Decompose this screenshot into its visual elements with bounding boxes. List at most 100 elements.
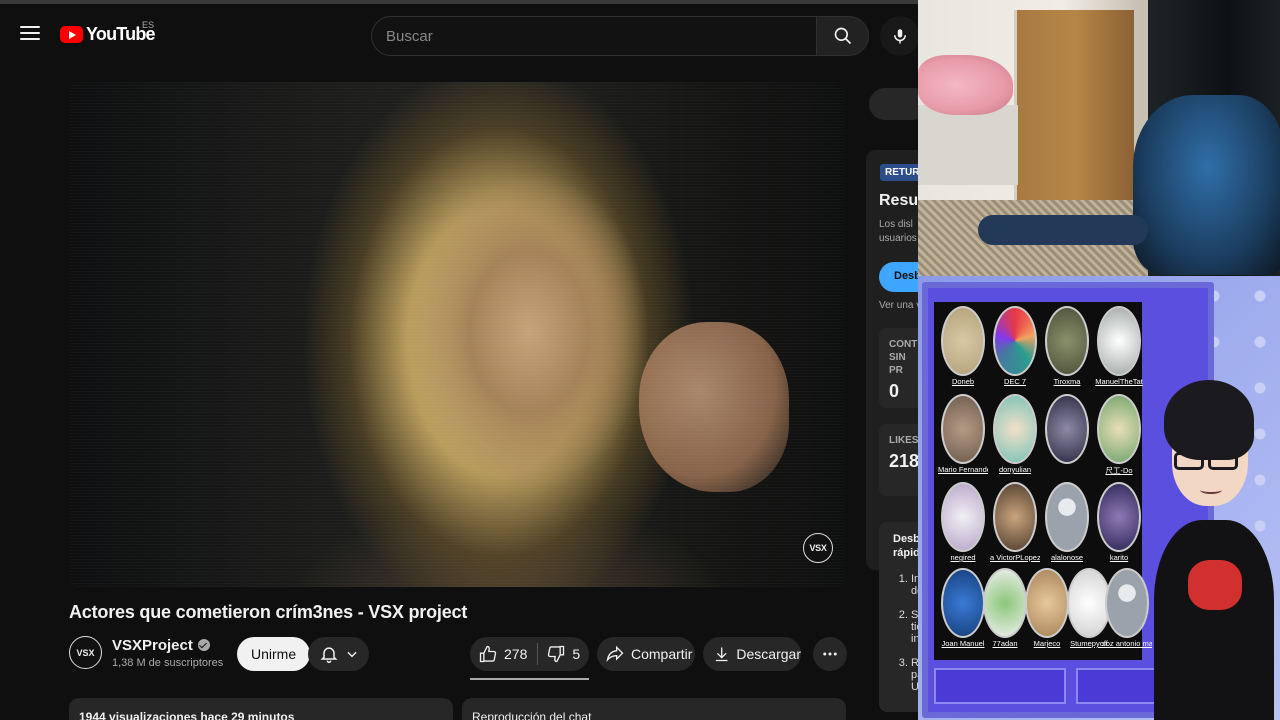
summary-list: In de Se tie in Re pa Ul xyxy=(893,573,925,694)
summary-item: Se tie in xyxy=(911,609,924,645)
member-name: negired xyxy=(950,553,976,562)
summary-item: Re pa Ul xyxy=(911,657,925,693)
video-title: Actores que cometieron crím3nes - VSX pr… xyxy=(69,602,468,622)
member-avatar xyxy=(1097,394,1141,464)
region-code: ES xyxy=(142,20,155,30)
like-divider xyxy=(537,643,539,665)
video-scanlines xyxy=(69,82,845,587)
character-body xyxy=(1154,520,1274,720)
member-avatar xyxy=(1045,394,1089,464)
notifications-button[interactable] xyxy=(308,637,369,671)
share-icon xyxy=(606,645,624,663)
member-card: soz antonio martin xyxy=(1102,568,1152,648)
like-count: 278 xyxy=(504,646,528,662)
member-avatar xyxy=(983,568,1027,638)
chat-replay-box[interactable]: Reproducción del chat xyxy=(462,698,846,720)
chat-replay-label: Reproducción del chat xyxy=(472,710,592,720)
member-avatar xyxy=(993,482,1037,552)
member-name: DEC 7 xyxy=(1003,377,1027,386)
character-shirt-graphic xyxy=(1188,560,1242,610)
search-input[interactable] xyxy=(371,16,817,56)
member-card: alalonose xyxy=(1042,482,1092,562)
more-actions-button[interactable] xyxy=(813,637,847,671)
member-name: Mario Fernande xyxy=(938,465,988,474)
like-progress-bar xyxy=(470,678,589,680)
subscriber-count: 1,38 M de suscriptores xyxy=(112,656,224,669)
member-card: karito xyxy=(1094,482,1144,562)
panel-link[interactable]: Ver una v xyxy=(879,300,921,311)
share-label: Compartir xyxy=(631,646,693,662)
channel-avatar[interactable]: VSX xyxy=(69,636,102,669)
member-name: a VictorPLopez xyxy=(990,553,1040,562)
member-name: Tiroxma xyxy=(1053,377,1081,386)
channel-name[interactable]: VSXProject xyxy=(112,637,223,654)
stat-content-value: 0 xyxy=(889,381,900,401)
member-name: alalonose xyxy=(1050,553,1084,562)
youtube-logo[interactable]: YouTube xyxy=(60,24,156,45)
member-name: soz antonio martin xyxy=(1102,639,1152,648)
dislike-count: 5 xyxy=(572,646,581,662)
download-button[interactable]: Descargar xyxy=(703,637,801,671)
download-label: Descargar xyxy=(736,646,801,662)
character-glasses xyxy=(1174,452,1246,472)
bell-icon xyxy=(320,647,337,664)
voice-search-button[interactable] xyxy=(880,16,920,56)
member-avatar xyxy=(941,568,985,638)
member-card: Tiroxma xyxy=(1042,306,1092,386)
stat-content-label: CONTI SIN PR xyxy=(889,339,921,376)
member-card: ManuelTheTat xyxy=(1094,306,1144,386)
thumbs-up-icon xyxy=(479,645,497,663)
member-name: 尺工-Do xyxy=(1105,466,1133,475)
masthead: YouTube ES xyxy=(0,0,920,64)
member-avatar xyxy=(1025,568,1069,638)
webcam-door xyxy=(1014,10,1134,200)
member-avatar xyxy=(993,306,1037,376)
member-card: DEC 7 xyxy=(990,306,1040,386)
member-name: Doneb xyxy=(951,377,975,386)
search-button[interactable] xyxy=(817,16,869,56)
verified-badge-icon xyxy=(197,639,210,651)
more-horizontal-icon xyxy=(823,652,837,656)
channel-watermark[interactable]: VSX xyxy=(803,533,833,563)
share-button[interactable]: Compartir xyxy=(597,637,695,671)
streamer-avatar-character xyxy=(1150,370,1280,720)
community-slot-left xyxy=(934,668,1066,704)
member-grid: Doneb DEC 7 Tiroxma ManuelTheTat Mario F… xyxy=(934,302,1152,660)
member-card: Mario Fernande xyxy=(938,394,988,474)
member-avatar xyxy=(941,394,985,464)
member-avatar xyxy=(941,306,985,376)
member-avatar xyxy=(1097,306,1141,376)
like-button[interactable]: 278 xyxy=(470,637,527,671)
search-bar xyxy=(371,16,869,56)
member-card: a VictorPLopez xyxy=(990,482,1040,562)
search-icon xyxy=(834,27,851,45)
like-dislike-group: 278 5 xyxy=(470,637,589,671)
video-player[interactable]: VSX xyxy=(69,82,845,587)
channel-name-text[interactable]: VSXProject xyxy=(112,637,193,654)
thumbs-down-icon xyxy=(548,645,565,663)
dislike-button[interactable]: 5 xyxy=(546,644,580,664)
webcam-cloth xyxy=(918,55,1013,115)
member-name: donyulian xyxy=(998,465,1032,474)
join-button[interactable]: Unirme xyxy=(237,637,311,671)
member-card: Doneb xyxy=(938,306,988,386)
member-card: negired xyxy=(938,482,988,562)
member-name: ManuelTheTat xyxy=(1095,377,1143,386)
member-card: 尺工-Do xyxy=(1094,394,1144,476)
view-count-and-date: 1944 visualizaciones hace 29 minutos xyxy=(79,710,295,720)
stat-likes-value: 218 xyxy=(889,451,920,471)
webcam-chair xyxy=(1133,95,1280,275)
webcam-overlay xyxy=(918,0,1280,276)
hamburger-menu-icon[interactable] xyxy=(18,22,42,46)
summary-title: Desbl rápido xyxy=(893,533,927,560)
video-owner: VSX VSXProject 1,38 M de suscriptores xyxy=(69,636,223,669)
member-card: donyulian xyxy=(990,394,1040,474)
member-avatar xyxy=(1045,306,1089,376)
description-box[interactable]: 1944 visualizaciones hace 29 minutos xyxy=(69,698,453,720)
microphone-icon xyxy=(894,29,906,44)
chevron-down-icon xyxy=(346,651,357,658)
webcam-armrest xyxy=(978,215,1148,245)
member-avatar xyxy=(941,482,985,552)
youtube-play-icon xyxy=(60,26,83,43)
member-avatar xyxy=(1097,482,1141,552)
